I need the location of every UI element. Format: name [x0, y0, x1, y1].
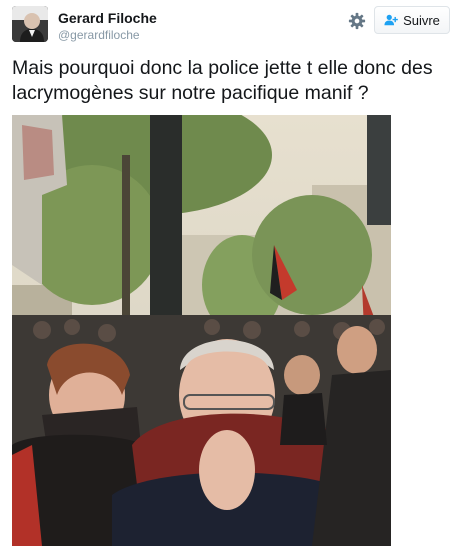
- avatar[interactable]: [12, 6, 48, 42]
- tweet-text: Mais pourquoi donc la police jette t ell…: [12, 57, 433, 104]
- user-handle[interactable]: @gerardfiloche: [58, 28, 140, 42]
- follow-button[interactable]: Suivre: [374, 6, 450, 34]
- add-user-icon: [384, 14, 398, 26]
- avatar-photo: [12, 6, 48, 42]
- tweet-photo[interactable]: [12, 115, 391, 546]
- follow-label: Suivre: [403, 12, 440, 28]
- protest-photo: [12, 115, 391, 546]
- user-name[interactable]: Gerard Filoche: [58, 10, 157, 26]
- gear-icon[interactable]: [348, 12, 366, 30]
- tweet-card: Gerard Filoche @gerardfiloche Suivre Mai…: [0, 0, 460, 546]
